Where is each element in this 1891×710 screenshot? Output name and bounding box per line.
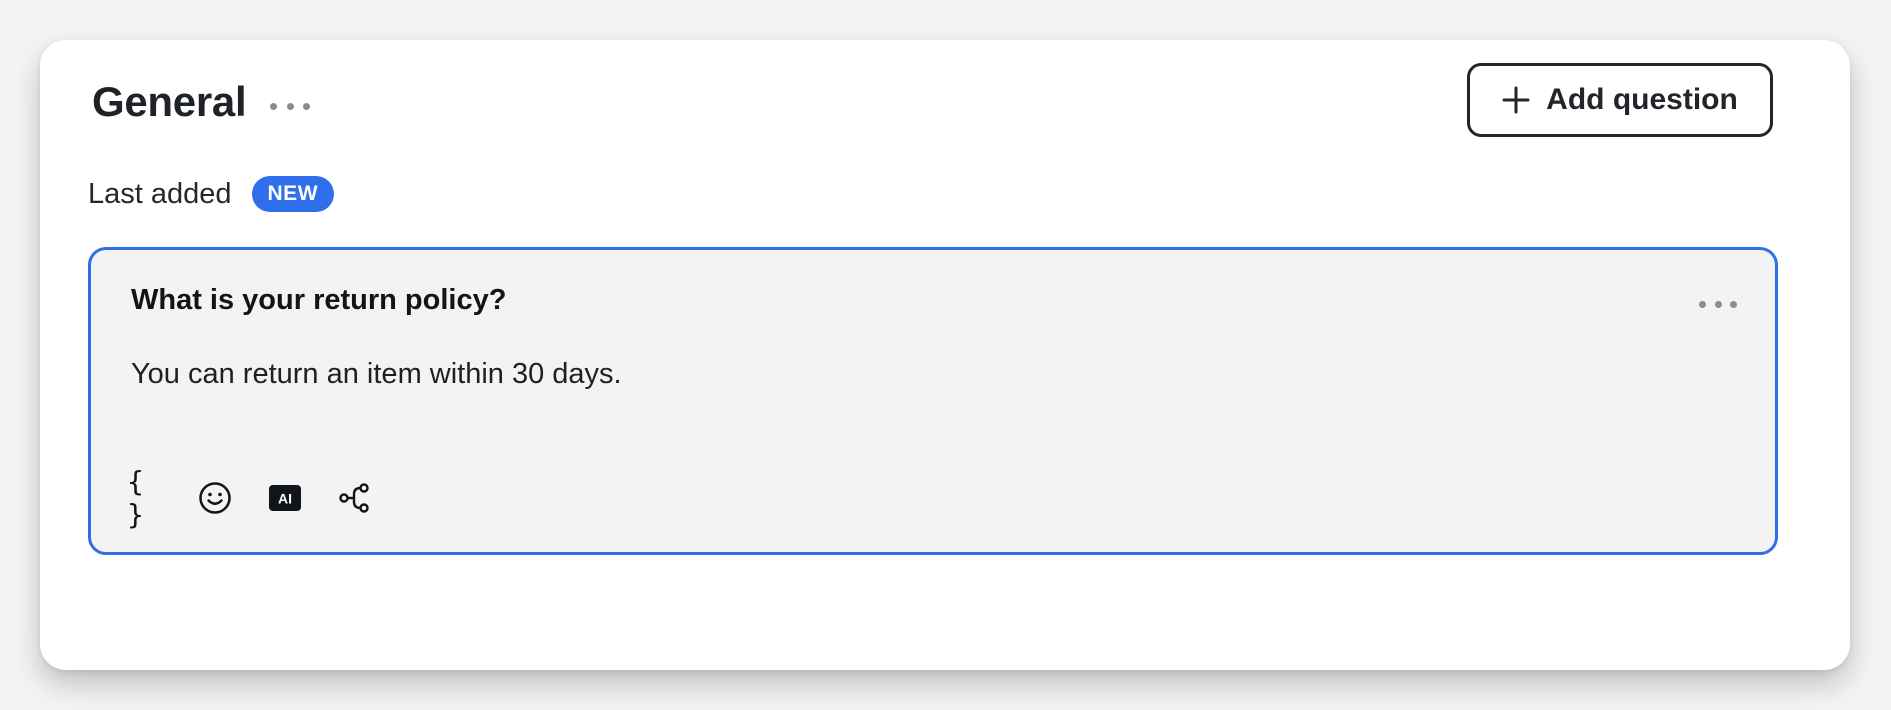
workflow-branch-icon[interactable] (337, 480, 373, 516)
section-title: General (92, 78, 247, 125)
qa-item-card[interactable]: What is your return policy? You can retu… (88, 247, 1778, 555)
emoji-icon[interactable] (197, 480, 233, 516)
qa-more-icon[interactable] (1699, 298, 1737, 310)
ai-icon[interactable]: AI (267, 480, 303, 516)
last-added-row: Last added NEW (88, 176, 335, 212)
general-section-card: General Add question Last added NEW What… (40, 40, 1850, 670)
section-more-icon[interactable] (270, 96, 310, 116)
last-added-label: Last added (88, 177, 232, 210)
dot (286, 102, 294, 110)
dot (1730, 300, 1737, 308)
dot (1714, 300, 1722, 308)
dot (1699, 300, 1706, 308)
ai-icon-label: AI (278, 491, 292, 507)
variables-braces-icon[interactable]: { } (127, 465, 163, 531)
qa-toolbar: { } AI (127, 465, 373, 531)
new-badge: NEW (251, 176, 335, 212)
dot (270, 102, 277, 110)
dot (303, 102, 310, 110)
plus-icon (1502, 86, 1530, 114)
add-question-button[interactable]: Add question (1467, 63, 1773, 137)
braces-glyph: { } (127, 465, 146, 531)
add-question-label: Add question (1546, 83, 1738, 116)
qa-question[interactable]: What is your return policy? (131, 284, 506, 317)
qa-answer[interactable]: You can return an item within 30 days. (131, 358, 622, 391)
